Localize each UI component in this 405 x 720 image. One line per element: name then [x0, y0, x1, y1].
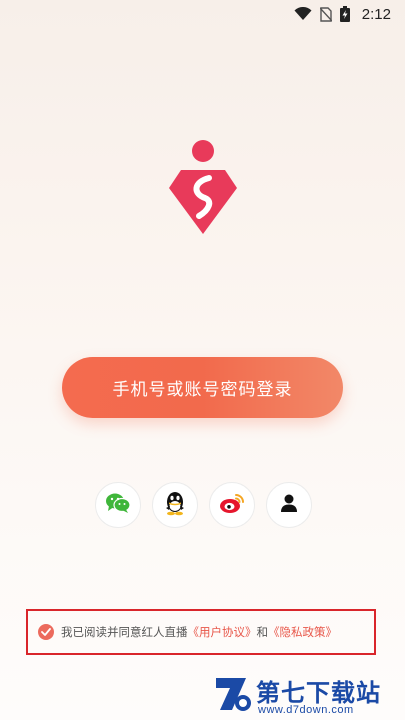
phone-login-label: 手机号或账号密码登录: [112, 380, 293, 400]
qq-icon: [163, 490, 187, 520]
privacy-policy-link[interactable]: 《隐私政策》: [268, 624, 337, 640]
user-icon: [279, 493, 299, 517]
wechat-icon: [105, 492, 131, 518]
watermark: 第七下载站 www.d7down.com: [212, 672, 402, 718]
diamond-logo-icon: [165, 138, 241, 238]
agreement-row: 我已阅读并同意红人直播 《用户协议》和《隐私政策》: [26, 609, 376, 655]
status-time: 2:12: [361, 5, 391, 23]
user-agreement-link[interactable]: 《用户协议》: [188, 624, 257, 640]
weibo-icon: [219, 492, 245, 518]
watermark-logo-icon: [212, 674, 252, 714]
watermark-title: 第七下载站: [256, 679, 381, 707]
wifi-icon: [294, 7, 312, 21]
no-sim-icon: [319, 6, 332, 22]
wechat-login-button[interactable]: [95, 482, 141, 528]
battery-charging-icon: [339, 6, 350, 22]
agreement-conjunction: 和: [256, 625, 269, 639]
qq-login-button[interactable]: [152, 482, 198, 528]
phone-login-button[interactable]: 手机号或账号密码登录: [62, 357, 343, 418]
social-login-row: [95, 482, 312, 528]
watermark-url: www.d7down.com: [258, 704, 354, 716]
account-login-button[interactable]: [266, 482, 312, 528]
agreement-prefix: 我已阅读并同意红人直播: [61, 625, 188, 639]
agreement-checkbox[interactable]: [38, 624, 54, 640]
weibo-login-button[interactable]: [209, 482, 255, 528]
status-bar: 2:12: [0, 0, 405, 28]
